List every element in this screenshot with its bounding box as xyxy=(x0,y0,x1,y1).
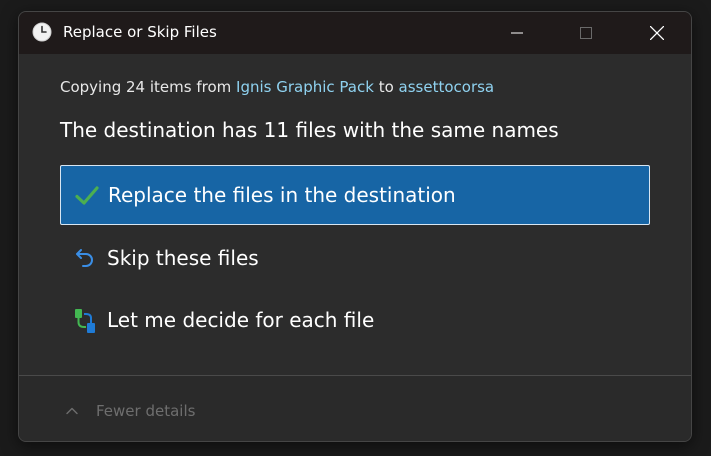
fewer-details-label: Fewer details xyxy=(96,402,196,420)
close-icon xyxy=(650,26,664,40)
window-title: Replace or Skip Files xyxy=(63,23,217,41)
title-bar[interactable]: Replace or Skip Files xyxy=(19,12,691,54)
undo-arrow-icon xyxy=(76,249,93,267)
chevron-up-icon xyxy=(66,407,78,415)
conflict-heading: The destination has 11 files with the sa… xyxy=(60,118,559,142)
source-folder-link[interactable]: Ignis Graphic Pack xyxy=(236,78,374,96)
compare-files-icon xyxy=(75,309,95,333)
copy-summary: Copying 24 items from Ignis Graphic Pack… xyxy=(60,78,494,96)
skip-files-option[interactable]: Skip these files xyxy=(60,229,650,289)
summary-middle: to xyxy=(373,78,399,96)
maximize-icon xyxy=(580,27,592,39)
summary-prefix: Copying 24 items from xyxy=(60,78,237,96)
check-icon xyxy=(75,186,99,205)
replace-skip-dialog: Replace or Skip Files Copying 24 items f… xyxy=(18,11,692,442)
fewer-details-toggle[interactable]: Fewer details xyxy=(65,400,195,422)
minimize-icon xyxy=(511,32,523,34)
clock-icon xyxy=(32,22,52,42)
maximize-button[interactable] xyxy=(563,12,609,54)
destination-folder-link[interactable]: assettocorsa xyxy=(399,78,495,96)
decide-each-file-option[interactable]: Let me decide for each file xyxy=(60,291,650,351)
replace-files-label: Replace the files in the destination xyxy=(108,183,456,207)
minimize-button[interactable] xyxy=(494,12,540,54)
decide-each-file-label: Let me decide for each file xyxy=(107,308,375,332)
close-button[interactable] xyxy=(634,12,680,54)
replace-files-option[interactable]: Replace the files in the destination xyxy=(60,165,650,225)
skip-files-label: Skip these files xyxy=(107,246,259,270)
dialog-footer: Fewer details xyxy=(19,375,691,441)
